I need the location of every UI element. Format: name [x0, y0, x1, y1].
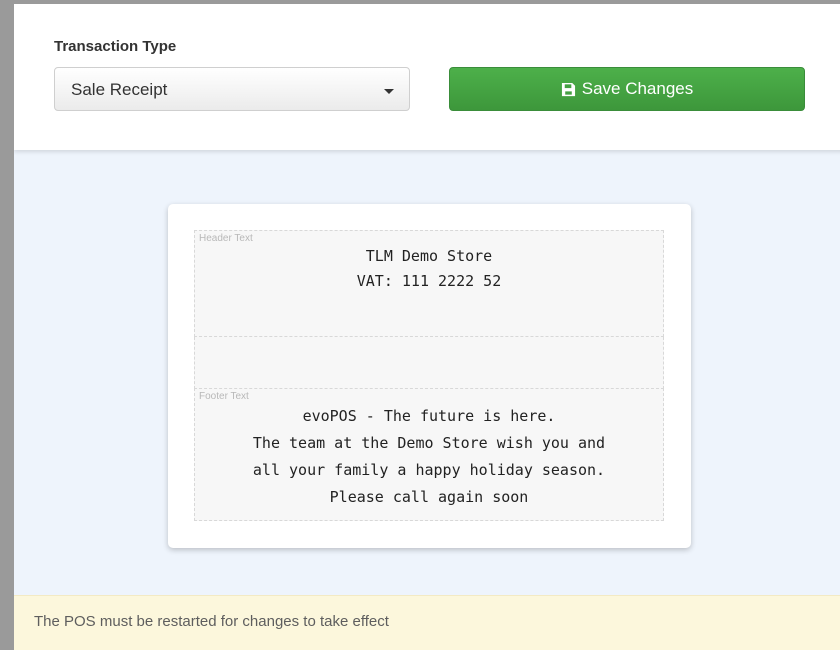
transaction-type-value: Sale Receipt	[71, 80, 168, 99]
chevron-down-icon	[384, 89, 394, 94]
footer-text-tag: Footer Text	[199, 391, 249, 402]
header-text-tag: Header Text	[199, 233, 253, 244]
receipt-preview: Header Text TLM Demo Store VAT: 111 2222…	[168, 204, 691, 548]
receipt-body-placeholder	[194, 337, 664, 389]
save-button-label: Save Changes	[581, 79, 694, 98]
floppy-disk-icon	[561, 82, 575, 96]
header-line: TLM Demo Store	[365, 247, 493, 265]
restart-notice-text: The POS must be restarted for changes to…	[34, 613, 389, 630]
restart-notice: The POS must be restarted for changes to…	[14, 595, 840, 650]
save-button[interactable]: Save Changes	[449, 67, 805, 111]
footer-line: all your family a happy holiday season.	[252, 461, 606, 479]
footer-line: The team at the Demo Store wish you and	[252, 434, 606, 452]
footer-text-block[interactable]: Footer Text evoPOS - The future is here.…	[194, 388, 664, 521]
app-frame: Transaction Type Sale Receipt Save Chang…	[0, 0, 840, 650]
transaction-type-label: Transaction Type	[54, 38, 177, 55]
header-line: VAT: 111 2222 52	[356, 272, 502, 290]
header-text-block[interactable]: Header Text TLM Demo Store VAT: 111 2222…	[194, 230, 664, 337]
settings-panel: Transaction Type Sale Receipt Save Chang…	[14, 4, 840, 150]
transaction-type-select[interactable]: Sale Receipt	[54, 67, 410, 111]
footer-line: Please call again soon	[329, 488, 529, 506]
footer-line: evoPOS - The future is here.	[302, 407, 556, 425]
